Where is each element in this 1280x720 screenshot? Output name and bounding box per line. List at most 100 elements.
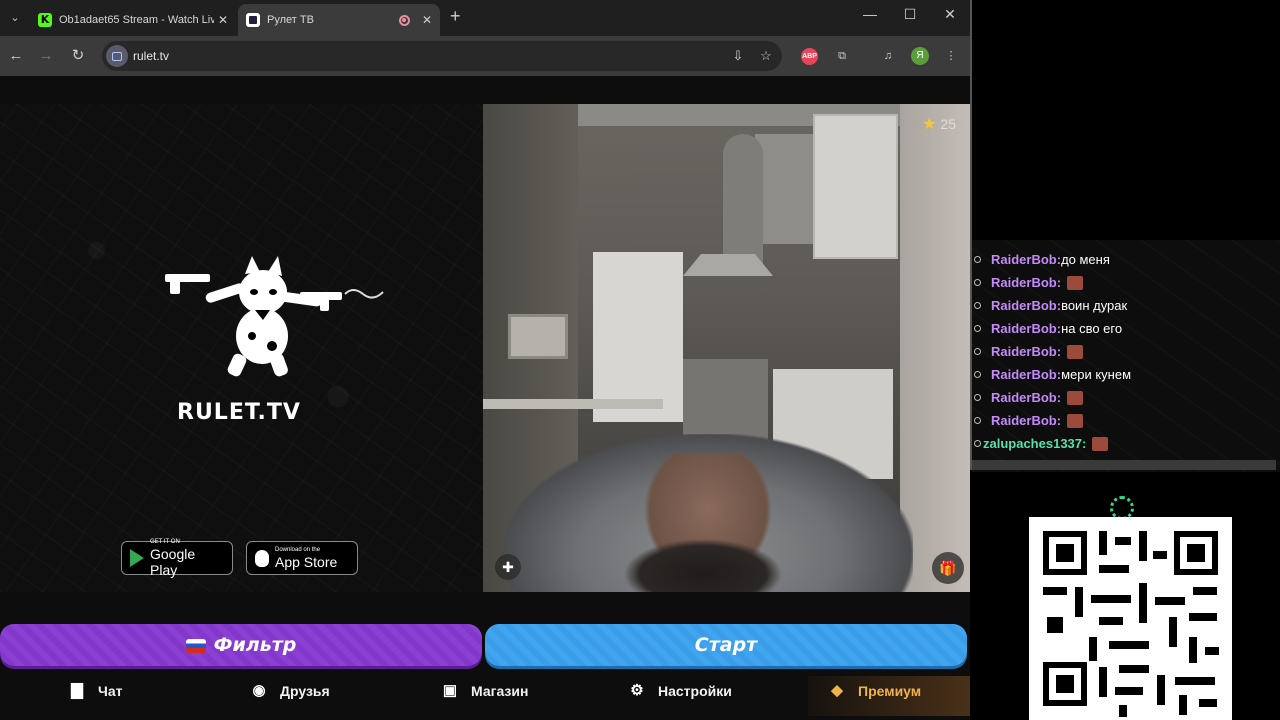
emote-icon xyxy=(1067,275,1084,290)
nav-chat[interactable]: ▇ Чат xyxy=(68,682,122,700)
chat-message: RaiderBob: xyxy=(974,390,1084,405)
chat-bullet-icon xyxy=(974,348,981,355)
profile-avatar[interactable]: Я xyxy=(911,47,929,65)
chat-username: RaiderBob: xyxy=(991,298,1062,313)
minimize-button[interactable]: — xyxy=(855,6,885,22)
apple-icon xyxy=(255,549,269,567)
qr-module xyxy=(1179,695,1187,715)
qr-code-icon xyxy=(1029,517,1232,720)
gamepad-icon[interactable]: ✚ xyxy=(495,554,521,580)
extensions-puzzle-icon[interactable]: ⧉ xyxy=(832,46,852,66)
chat-message: RaiderBob: xyxy=(974,344,1084,359)
nav-friends[interactable]: ◉ Друзья xyxy=(250,682,330,700)
gear-icon: ⚙ xyxy=(630,682,644,699)
qr-module xyxy=(1115,687,1143,695)
tab-close-icon[interactable]: ✕ xyxy=(218,13,228,27)
chat-message: zalupaches1337: xyxy=(974,436,1109,451)
overlay-blank-area xyxy=(970,0,1280,240)
filter-button[interactable]: Фильтр xyxy=(0,624,482,666)
chat-username: RaiderBob: xyxy=(991,413,1062,428)
close-window-button[interactable]: ✕ xyxy=(935,6,965,23)
chat-username: RaiderBob: xyxy=(991,321,1062,336)
site-info-icon[interactable] xyxy=(106,45,128,67)
qr-module xyxy=(1099,617,1123,625)
filter-label: Фильтр xyxy=(213,634,297,656)
qr-module xyxy=(1189,637,1197,663)
google-play-button[interactable]: GET IT ON Google Play xyxy=(121,538,233,578)
qr-module xyxy=(1155,597,1185,605)
url-text[interactable]: rulet.tv xyxy=(133,49,169,63)
logo-panel: RULET.TV GET IT ON Google Play Download … xyxy=(0,104,483,592)
nav-friends-label: Друзья xyxy=(280,683,330,699)
qr-module xyxy=(1169,617,1177,647)
qr-module xyxy=(1099,565,1129,573)
chat-message: RaiderBob: до меня xyxy=(974,252,1110,267)
qr-module xyxy=(1193,587,1217,595)
chat-message: RaiderBob: воин дурак xyxy=(974,298,1127,313)
partner-video-feed: ★ 25 ✚ 🎁 xyxy=(483,104,970,592)
app-store-label: App Store xyxy=(275,553,338,570)
tab-close-icon[interactable]: ✕ xyxy=(422,13,432,27)
tab-search-menu-icon[interactable]: ⌄ xyxy=(4,7,26,29)
qr-module xyxy=(1139,531,1147,561)
google-play-small-text: GET IT ON xyxy=(150,538,180,545)
install-app-icon[interactable]: ⇩ xyxy=(728,46,748,66)
shop-bag-icon: ▣ xyxy=(442,682,458,699)
kick-favicon-icon: K xyxy=(38,13,52,27)
emote-icon xyxy=(1067,390,1084,405)
rulet-favicon-icon xyxy=(246,13,260,27)
bookmark-star-icon[interactable]: ☆ xyxy=(756,46,776,66)
stars-count: 25 xyxy=(940,116,956,132)
chat-text: воин дурак xyxy=(1061,298,1128,313)
tab-title: Ob1adaet65 Stream - Watch Live xyxy=(59,14,214,26)
chat-username: RaiderBob: xyxy=(991,252,1062,267)
browser-menu-icon[interactable]: ⋮ xyxy=(941,46,961,66)
chat-bullet-icon xyxy=(974,417,981,424)
chat-text: до меня xyxy=(1061,252,1110,267)
friends-icon: ◉ xyxy=(252,682,266,699)
reload-icon[interactable]: ↻ xyxy=(68,46,88,66)
qr-finder-pattern xyxy=(1043,662,1087,706)
nav-premium[interactable]: ◆ Премиум xyxy=(828,682,921,700)
adblock-plus-icon[interactable]: ABP xyxy=(801,48,818,65)
chat-icon: ▇ xyxy=(71,682,83,699)
qr-module xyxy=(1119,665,1149,673)
qr-module xyxy=(1139,583,1147,623)
qr-module xyxy=(1115,537,1131,545)
qr-module xyxy=(1199,699,1217,707)
qr-module xyxy=(1109,641,1149,649)
tab-rulet-tv[interactable]: Рулет ТВ ✕ xyxy=(238,4,440,36)
app-store-button[interactable]: Download on the App Store xyxy=(246,541,358,575)
chat-bullet-icon xyxy=(974,440,981,447)
qr-module xyxy=(1043,587,1067,595)
new-tab-button[interactable]: + xyxy=(450,6,461,27)
maximize-button[interactable]: ☐ xyxy=(895,6,925,23)
chat-footer-bar xyxy=(972,460,1276,470)
qr-module xyxy=(1175,677,1215,685)
back-arrow-icon[interactable]: ← xyxy=(6,46,26,66)
nav-settings[interactable]: ⚙ Настройки xyxy=(628,682,732,700)
tab-kick-stream[interactable]: K Ob1adaet65 Stream - Watch Live ✕ xyxy=(30,4,236,36)
google-play-label: Google Play xyxy=(150,545,196,578)
address-bar[interactable]: rulet.tv ⇩ ☆ xyxy=(102,41,782,71)
gift-icon[interactable]: 🎁 xyxy=(932,552,964,584)
qr-module xyxy=(1099,531,1107,555)
chat-bullet-icon xyxy=(974,256,981,263)
qr-module xyxy=(1157,675,1165,705)
chat-bullet-icon xyxy=(974,371,981,378)
video-scene-shelf xyxy=(813,114,898,259)
forward-arrow-icon[interactable]: → xyxy=(36,46,56,66)
stars-counter: ★ 25 xyxy=(922,114,956,134)
russia-flag-icon xyxy=(185,638,206,653)
overlay-divider xyxy=(970,0,972,470)
start-label: Старт xyxy=(694,634,758,656)
start-button[interactable]: Старт xyxy=(485,624,967,666)
media-controls-icon[interactable]: ♫ xyxy=(878,46,898,66)
app-store-small-text: Download on the xyxy=(275,546,321,553)
qr-module xyxy=(1089,637,1097,661)
chat-message: RaiderBob: мери кунем xyxy=(974,367,1131,382)
tab-bar: ⌄ K Ob1adaet65 Stream - Watch Live ✕ Рул… xyxy=(0,0,970,36)
nav-shop[interactable]: ▣ Магазин xyxy=(441,682,529,700)
emote-icon xyxy=(1092,436,1109,451)
nav-shop-label: Магазин xyxy=(471,683,529,699)
